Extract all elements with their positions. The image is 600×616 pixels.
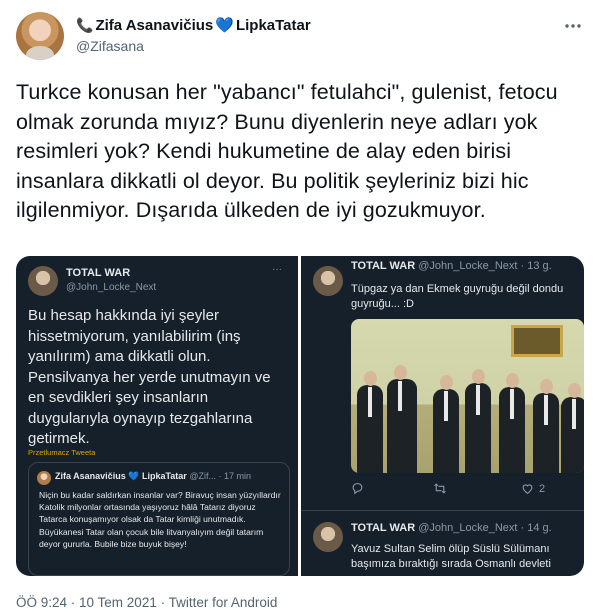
- quote-handle: @Zif...: [189, 471, 216, 481]
- quote-time: · 17 min: [218, 471, 251, 481]
- divider: [301, 510, 584, 511]
- tweet-header: 📞 Zifa Asanavičius 💙 LipkaTatar @Zifasan…: [16, 10, 584, 62]
- author-name-last: LipkaTatar: [235, 16, 311, 34]
- person: [533, 379, 559, 473]
- media-image-left[interactable]: TOTAL WAR @John_Locke_Next ··· Bu hesap …: [16, 256, 298, 576]
- embedded-handle: @John_Locke_Next · 13 g.: [418, 260, 552, 272]
- translate-link: Przetlumacz Tweeta: [28, 448, 96, 457]
- quote-avatar: [37, 471, 51, 485]
- more-dots-icon[interactable]: [564, 16, 582, 34]
- embedded-actions: 2: [351, 482, 581, 498]
- author-name-first: Zifa Asanavičius: [95, 16, 214, 34]
- embedded-avatar: [313, 266, 343, 296]
- person: [561, 383, 584, 473]
- quote-name: Zifa Asanavičius: [55, 471, 126, 481]
- blue-heart-icon: 💙: [215, 17, 234, 34]
- quote-author: Zifa Asanavičius 💙 LipkaTatar @Zif... · …: [55, 471, 251, 482]
- embedded-more-icon: ···: [272, 264, 282, 275]
- retweet-icon: [433, 482, 447, 495]
- embedded-name: TOTAL WAR @John_Locke_Next · 13 g.: [351, 260, 552, 272]
- person: [387, 365, 417, 473]
- blue-heart-icon: 💙: [128, 471, 140, 481]
- phone-icon: 📞: [76, 16, 94, 33]
- painting: [511, 325, 563, 357]
- author-avatar[interactable]: [16, 12, 64, 60]
- person: [357, 371, 383, 473]
- tweet-media[interactable]: TOTAL WAR @John_Locke_Next ··· Bu hesap …: [16, 256, 584, 576]
- quoted-avatar: [28, 266, 58, 296]
- embedded-name-text: TOTAL WAR: [351, 260, 416, 272]
- person: [465, 369, 491, 473]
- embedded-text-line: Yavuz Sultan Selim ölüp Süslü Sülümanı: [351, 543, 550, 555]
- embedded-text-line: başımıza bıraktığı sırada Osmanlı devlet…: [351, 558, 551, 570]
- author-name[interactable]: 📞 Zifa Asanavičius 💙 LipkaTatar: [76, 16, 311, 35]
- like-count: 2: [521, 482, 545, 495]
- embedded-handle: @John_Locke_Next · 14 g.: [418, 522, 552, 534]
- heart-icon: [522, 484, 533, 495]
- media-image-right[interactable]: TOTAL WAR @John_Locke_Next · 13 g. Tüpga…: [301, 256, 584, 576]
- quote-text: Niçin bu kadar saldırkan insanlar var? B…: [39, 490, 281, 549]
- embedded-text: Bu hesap hakkında iyi şeyler hissetmiyor…: [28, 307, 271, 447]
- embedded-handle: @John_Locke_Next: [66, 282, 157, 293]
- embedded-text: Tüpgaz ya dan Ekmek guyruğu değil dondu …: [351, 283, 564, 310]
- embedded-avatar: [313, 522, 343, 552]
- like-count-value: 2: [539, 482, 546, 495]
- person: [499, 373, 525, 473]
- embedded-text: Yavuz Sultan Selim ölüp Süslü Sülümanı b…: [351, 542, 583, 572]
- reply-icon: [351, 482, 364, 495]
- embedded-name-text: TOTAL WAR: [351, 522, 416, 534]
- quote-name-last: LipkaTatar: [141, 471, 187, 481]
- embedded-name: TOTAL WAR @John_Locke_Next · 14 g.: [351, 522, 552, 534]
- tweet-meta[interactable]: ÖÖ 9:24 · 10 Tem 2021 · Twitter for Andr…: [16, 595, 277, 610]
- author-handle[interactable]: @Zifasana: [76, 38, 144, 54]
- embedded-name: TOTAL WAR: [66, 267, 131, 279]
- quoted-tweet: Zifa Asanavičius 💙 LipkaTatar @Zif... · …: [28, 462, 290, 576]
- tweet-text: Turkce konusan her "yabancı" fetulahci",…: [16, 80, 558, 222]
- group-photo: [351, 319, 584, 473]
- person: [433, 375, 459, 473]
